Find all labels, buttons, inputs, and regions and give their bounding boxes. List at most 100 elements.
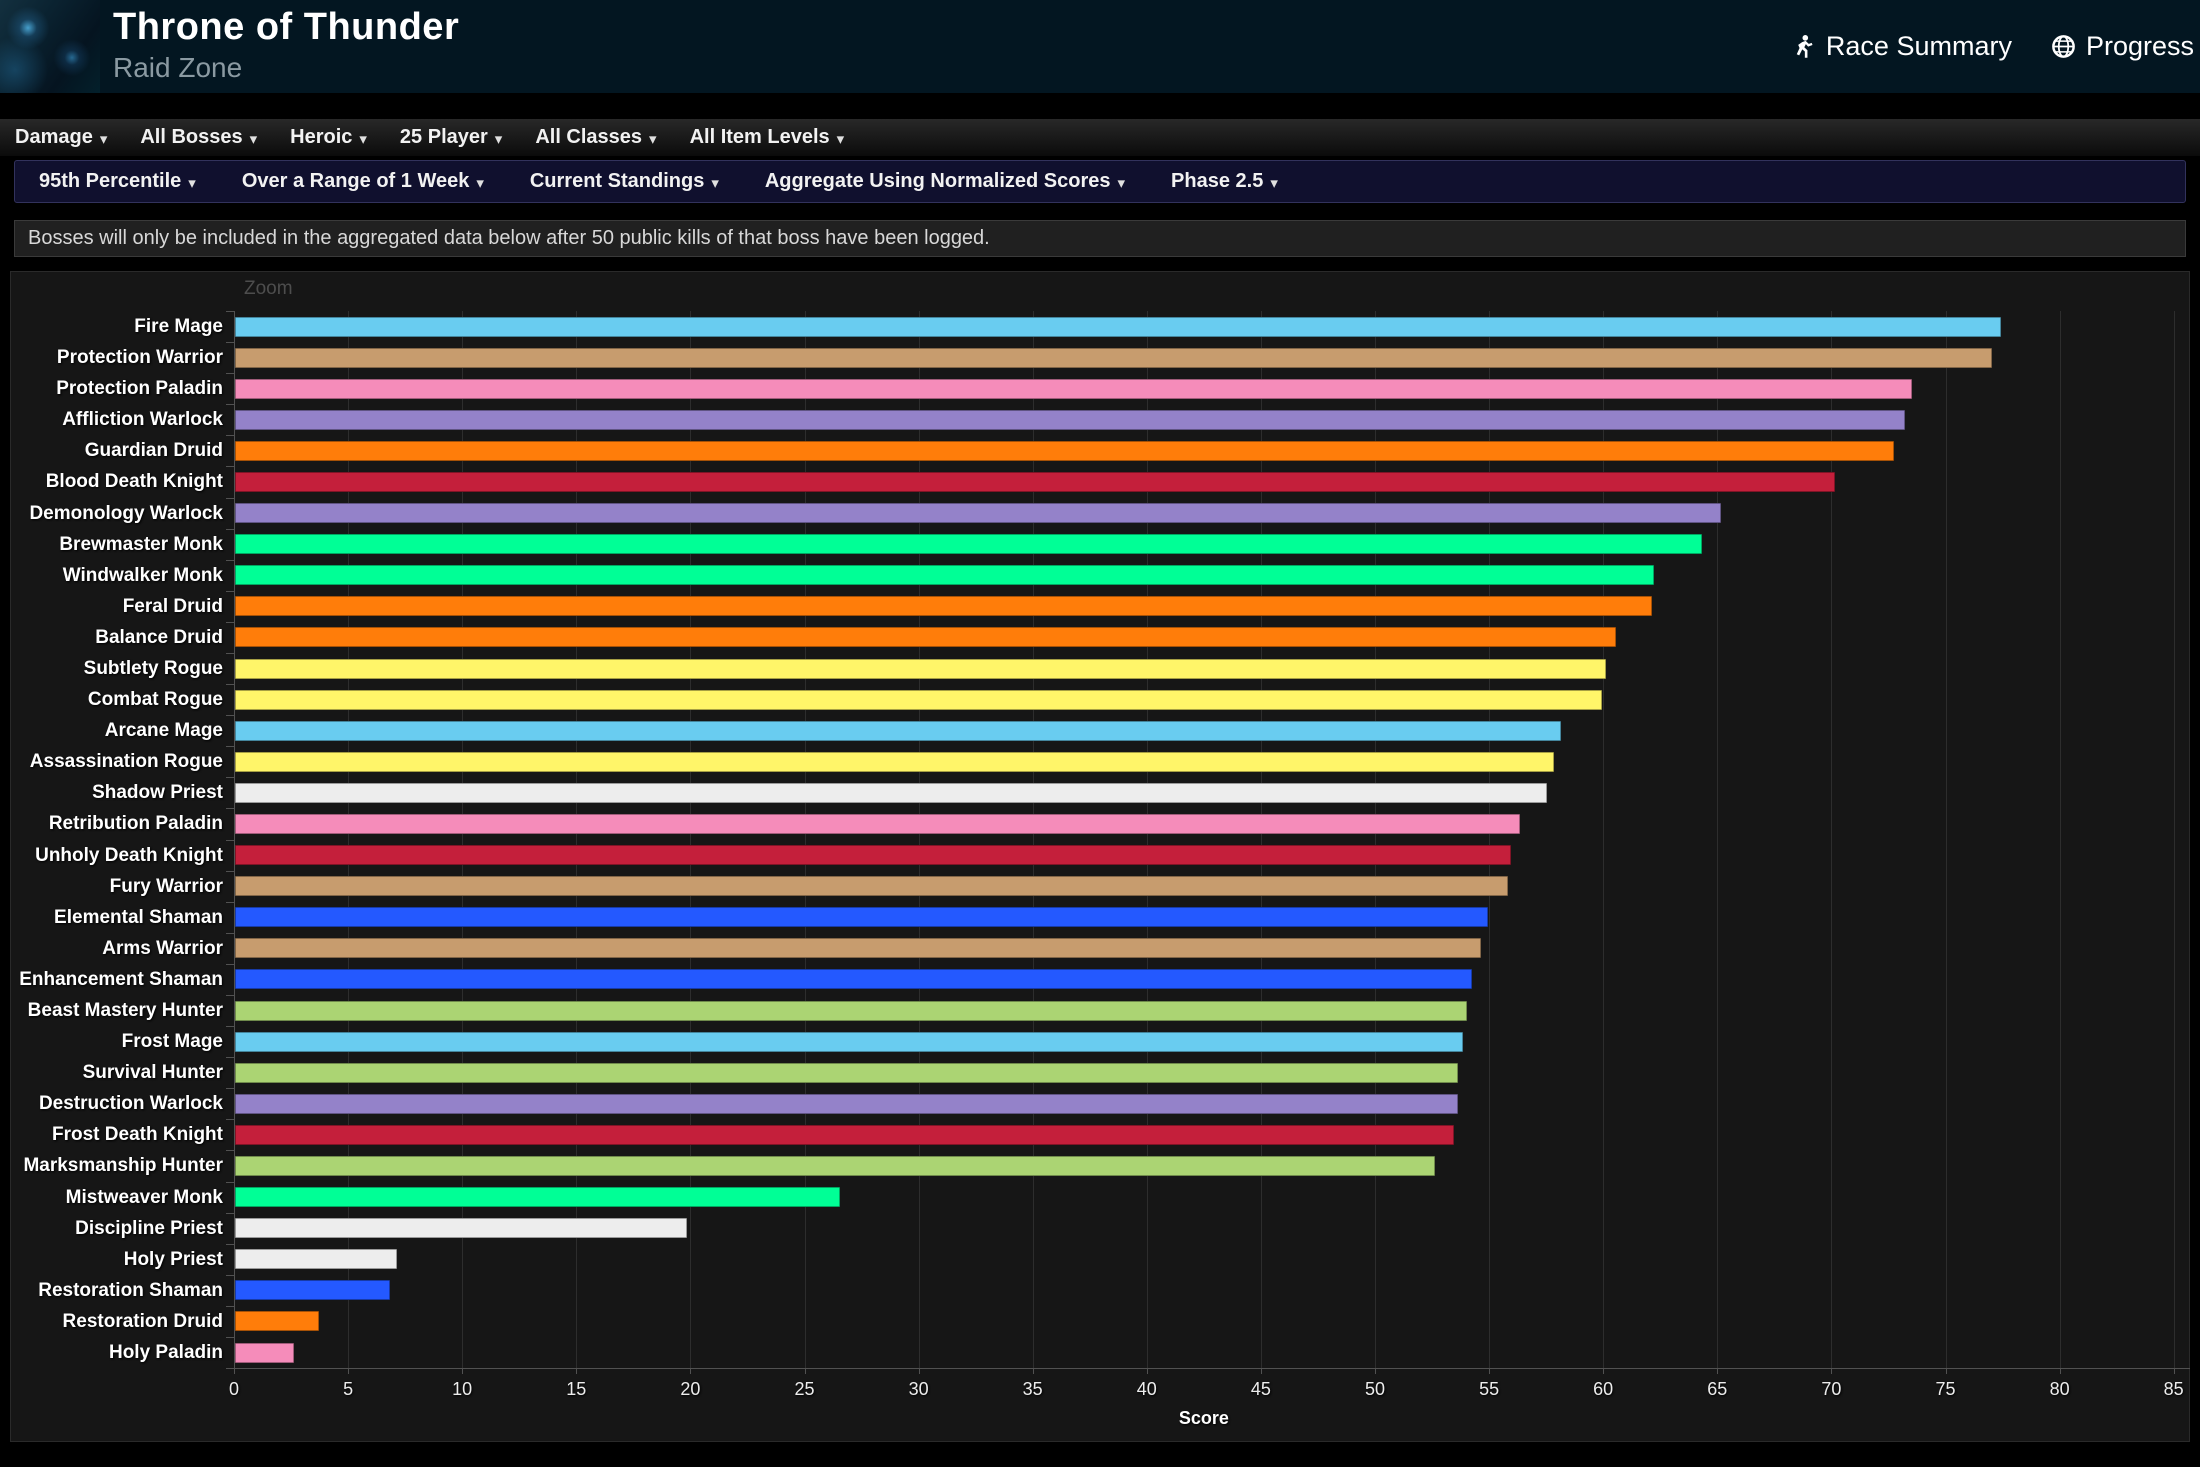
filter-95th-percentile[interactable]: 95th Percentile▾: [39, 170, 196, 193]
category-label-assassination-rogue: Assassination Rogue: [11, 746, 223, 777]
filter-all-bosses[interactable]: All Bosses▾: [140, 126, 257, 149]
header-nav: Race Summary Progress: [1790, 0, 2194, 93]
bar-enhancement-shaman[interactable]: [235, 969, 1472, 989]
y-axis-tick: [226, 404, 234, 405]
y-axis-tick: [226, 1244, 234, 1245]
chevron-down-icon: ▾: [649, 130, 657, 148]
filter-over-a-range-of-1-week[interactable]: Over a Range of 1 Week▾: [242, 170, 484, 193]
y-axis-tick: [226, 1306, 234, 1307]
y-axis-tick: [226, 466, 234, 467]
gridline: [805, 311, 806, 1368]
bar-brewmaster-monk[interactable]: [235, 534, 1702, 554]
bar-survival-hunter[interactable]: [235, 1063, 1458, 1083]
bar-marksmanship-hunter[interactable]: [235, 1156, 1435, 1176]
x-tick-label: 5: [318, 1379, 378, 1400]
x-axis-tick: [1261, 1368, 1262, 1374]
bar-restoration-druid[interactable]: [235, 1311, 319, 1331]
bar-arcane-mage[interactable]: [235, 721, 1561, 741]
nav-progress[interactable]: Progress: [2050, 31, 2194, 62]
bar-subtlety-rogue[interactable]: [235, 659, 1606, 679]
chevron-down-icon: ▾: [837, 130, 845, 148]
bar-guardian-druid[interactable]: [235, 441, 1894, 461]
x-axis-tick: [805, 1368, 806, 1374]
y-axis-tick: [226, 964, 234, 965]
bar-fury-warrior[interactable]: [235, 876, 1508, 896]
category-label-brewmaster-monk: Brewmaster Monk: [11, 529, 223, 560]
bar-frost-mage[interactable]: [235, 1032, 1463, 1052]
y-axis-tick: [226, 715, 234, 716]
bar-affliction-warlock[interactable]: [235, 410, 1905, 430]
filter-heroic[interactable]: Heroic▾: [290, 126, 367, 149]
bar-retribution-paladin[interactable]: [235, 814, 1520, 834]
y-axis-tick: [226, 498, 234, 499]
x-tick-label: 40: [1117, 1379, 1177, 1400]
bar-elemental-shaman[interactable]: [235, 907, 1488, 927]
gridline: [348, 311, 349, 1368]
x-axis-tick: [462, 1368, 463, 1374]
bar-demonology-warlock[interactable]: [235, 503, 1721, 523]
bar-protection-warrior[interactable]: [235, 348, 1992, 368]
category-label-protection-warrior: Protection Warrior: [11, 342, 223, 373]
bar-feral-druid[interactable]: [235, 596, 1652, 616]
bar-holy-priest[interactable]: [235, 1249, 397, 1269]
bar-discipline-priest[interactable]: [235, 1218, 687, 1238]
gridline: [1261, 311, 1262, 1368]
gridline: [1603, 311, 1604, 1368]
primary-filter-bar: Damage▾All Bosses▾Heroic▾25 Player▾All C…: [0, 119, 2200, 157]
filter-all-classes[interactable]: All Classes▾: [535, 126, 656, 149]
nav-race-summary[interactable]: Race Summary: [1790, 31, 2012, 62]
gridline: [1489, 311, 1490, 1368]
chevron-down-icon: ▾: [476, 174, 484, 192]
bar-protection-paladin[interactable]: [235, 379, 1912, 399]
filter-25-player[interactable]: 25 Player▾: [400, 126, 502, 149]
category-label-shadow-priest: Shadow Priest: [11, 777, 223, 808]
x-tick-label: 70: [1801, 1379, 1861, 1400]
filter-label: Damage: [15, 126, 93, 149]
bar-unholy-death-knight[interactable]: [235, 845, 1511, 865]
filter-damage[interactable]: Damage▾: [15, 126, 107, 149]
bar-beast-mastery-hunter[interactable]: [235, 1001, 1467, 1021]
filter-aggregate-using-normalized-scores[interactable]: Aggregate Using Normalized Scores▾: [765, 170, 1125, 193]
bar-destruction-warlock[interactable]: [235, 1094, 1458, 1114]
category-label-balance-druid: Balance Druid: [11, 622, 223, 653]
category-label-fury-warrior: Fury Warrior: [11, 871, 223, 902]
category-label-frost-mage: Frost Mage: [11, 1026, 223, 1057]
x-tick-label: 60: [1573, 1379, 1633, 1400]
filter-current-standings[interactable]: Current Standings▾: [530, 170, 719, 193]
filter-label: Heroic: [290, 126, 352, 149]
bar-fire-mage[interactable]: [235, 317, 2001, 337]
x-tick-label: 20: [660, 1379, 720, 1400]
bar-arms-warrior[interactable]: [235, 938, 1481, 958]
x-axis-tick: [690, 1368, 691, 1374]
y-axis-tick: [226, 777, 234, 778]
category-label-arcane-mage: Arcane Mage: [11, 715, 223, 746]
bar-holy-paladin[interactable]: [235, 1343, 294, 1363]
y-axis-tick: [226, 746, 234, 747]
bar-mistweaver-monk[interactable]: [235, 1187, 840, 1207]
bar-balance-druid[interactable]: [235, 627, 1616, 647]
bar-windwalker-monk[interactable]: [235, 565, 1654, 585]
notice-banner: Bosses will only be included in the aggr…: [14, 220, 2186, 257]
x-axis-tick: [1946, 1368, 1947, 1374]
category-label-subtlety-rogue: Subtlety Rogue: [11, 653, 223, 684]
x-tick-label: 10: [432, 1379, 492, 1400]
chevron-down-icon: ▾: [1118, 174, 1126, 192]
bar-shadow-priest[interactable]: [235, 783, 1547, 803]
bar-restoration-shaman[interactable]: [235, 1280, 390, 1300]
y-axis-tick: [226, 1026, 234, 1027]
filter-phase-2-5[interactable]: Phase 2.5▾: [1171, 170, 1278, 193]
x-axis-title: Score: [1179, 1408, 1229, 1429]
y-axis-tick: [226, 560, 234, 561]
filter-all-item-levels[interactable]: All Item Levels▾: [690, 126, 845, 149]
bar-frost-death-knight[interactable]: [235, 1125, 1454, 1145]
x-tick-label: 75: [1916, 1379, 1976, 1400]
bar-blood-death-knight[interactable]: [235, 472, 1835, 492]
x-axis-tick: [2174, 1368, 2175, 1374]
category-label-restoration-druid: Restoration Druid: [11, 1306, 223, 1337]
bar-assassination-rogue[interactable]: [235, 752, 1554, 772]
y-axis-tick: [226, 995, 234, 996]
zone-header: Throne of Thunder Raid Zone Race Summary…: [0, 0, 2200, 93]
category-label-destruction-warlock: Destruction Warlock: [11, 1088, 223, 1119]
x-tick-label: 80: [2030, 1379, 2090, 1400]
bar-combat-rogue[interactable]: [235, 690, 1602, 710]
